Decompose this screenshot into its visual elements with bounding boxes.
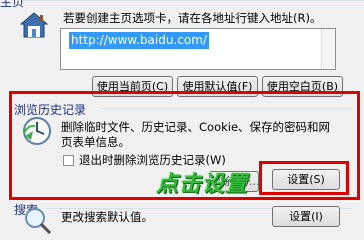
homepage-group-label: 主页 (0, 0, 25, 9)
search-settings-button[interactable]: 设置(I) (272, 206, 340, 227)
homepage-url-textarea[interactable]: http://www.baidu.com/ (60, 28, 336, 70)
textarea-scrollbar[interactable] (321, 29, 335, 69)
homepage-group-line (22, 0, 364, 1)
search-description: 更改搜索默认值。 (61, 210, 153, 224)
clock-delete-icon (22, 116, 52, 146)
history-settings-button[interactable]: 设置(S) (272, 169, 340, 190)
delete-on-exit-checkbox[interactable] (63, 155, 74, 166)
homepage-url-value: http://www.baidu.com/ (69, 32, 209, 49)
magnifier-icon (24, 207, 52, 235)
history-description-line1: 删除临时文件、历史记录、Cookie、保存的密码和网 (61, 120, 331, 134)
history-description-line2: 页表单信息。 (61, 135, 130, 149)
history-group-line (100, 108, 352, 109)
watermark-text: 点击设置 (156, 172, 249, 197)
homepage-instruction: 若要创建主页选项卡，请在各地址行键入地址(R)。 (63, 11, 322, 25)
house-icon (19, 12, 49, 38)
